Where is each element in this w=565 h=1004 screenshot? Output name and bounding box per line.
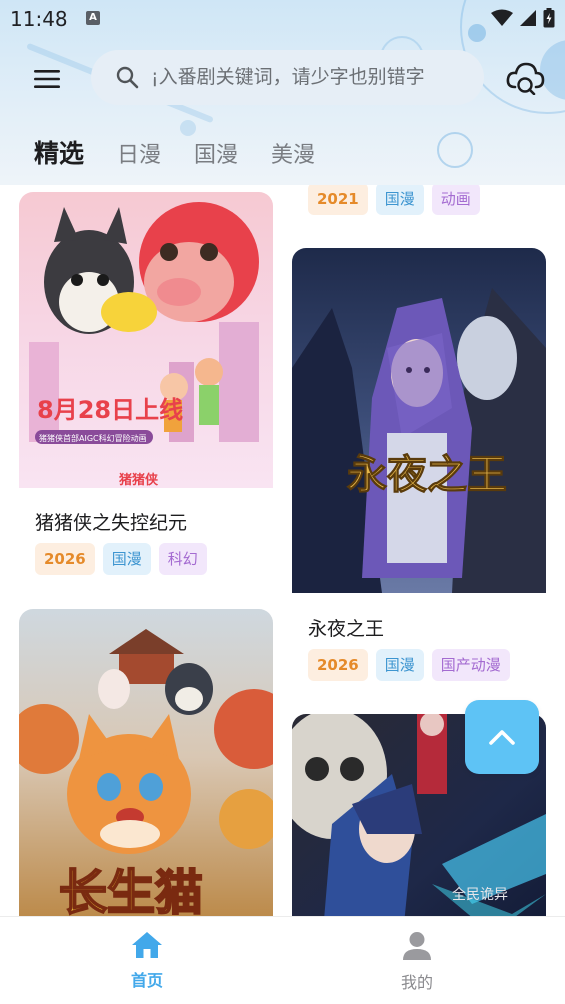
poster-image: 8月28日上线 猪猪侠首部AIGC科幻冒险动画 猪猪侠	[19, 192, 273, 488]
nav-home[interactable]: 首页	[107, 931, 187, 991]
nav-profile-label: 我的	[400, 973, 433, 992]
cloud-sync-icon	[506, 62, 545, 96]
card-tags: 2026 国漫 科幻	[35, 543, 207, 575]
nav-home-label: 首页	[130, 971, 163, 990]
user-icon	[403, 932, 431, 960]
poster-image: 永夜之王	[292, 248, 546, 593]
anime-card[interactable]: 长生猫	[19, 609, 273, 939]
year-tag[interactable]: 2026	[308, 649, 368, 681]
poster-title-text: 永夜之王	[347, 451, 507, 498]
genre-tag[interactable]: 国产动漫	[431, 649, 510, 681]
search-bar[interactable]	[91, 50, 484, 105]
anime-card[interactable]: 永夜之王 永夜之王 2026 国漫 国产动漫	[292, 248, 546, 682]
tab-japanese-anime[interactable]: 日漫	[117, 137, 161, 169]
card-tags: 2026 国漫 国产动漫	[308, 649, 510, 681]
bottom-navigation: 首页 我的	[0, 916, 565, 1004]
year-tag[interactable]: 2026	[35, 543, 95, 575]
card-tags: 2021 国漫 动画	[308, 183, 480, 215]
cloud-sync-button[interactable]	[505, 59, 545, 96]
tab-featured[interactable]: 精选	[34, 134, 84, 170]
card-title: 永夜之王	[308, 618, 385, 640]
chevron-up-icon	[489, 730, 515, 745]
poster-image: 长生猫	[19, 609, 273, 939]
header-decoration	[437, 132, 473, 168]
status-bar: 11:48 A	[0, 0, 565, 36]
tab-american-anime[interactable]: 美漫	[271, 137, 315, 169]
poster-title-text: 全民诡异	[452, 886, 508, 903]
app-screen: 2021 国漫 动画 8月28日上线 猪猪侠首部AIGC科幻冒险动画 猪猪侠 猪…	[0, 0, 565, 1004]
year-tag[interactable]: 2021	[308, 183, 368, 215]
region-tag[interactable]: 国漫	[102, 543, 151, 575]
menu-button[interactable]	[30, 64, 64, 94]
region-tag[interactable]: 国漫	[375, 649, 424, 681]
notification-badge: A	[86, 11, 100, 25]
search-input[interactable]	[151, 63, 471, 91]
anime-card[interactable]: 8月28日上线 猪猪侠首部AIGC科幻冒险动画 猪猪侠 猪猪侠之失控纪元 202…	[19, 192, 273, 590]
card-title: 猪猪侠之失控纪元	[35, 512, 188, 534]
tab-chinese-anime[interactable]: 国漫	[194, 137, 238, 169]
menu-icon	[34, 70, 60, 88]
wifi-icon	[491, 9, 513, 26]
scroll-to-top-button[interactable]	[465, 700, 539, 774]
nav-profile[interactable]: 我的	[377, 931, 457, 993]
genre-tag[interactable]: 科幻	[158, 543, 207, 575]
genre-tag[interactable]: 动画	[431, 183, 480, 215]
category-tabs: 精选 日漫 国漫 美漫	[34, 134, 315, 170]
home-icon	[132, 932, 162, 958]
battery-icon	[543, 8, 555, 28]
system-icons	[491, 8, 555, 28]
poster-title-text: 长生猫	[59, 865, 203, 921]
poster-tagline-text: 猪猪侠首部AIGC科幻冒险动画	[39, 433, 147, 443]
header: 11:48 A 精选 日漫 国漫 美漫	[0, 0, 565, 185]
region-tag[interactable]: 国漫	[375, 183, 424, 215]
status-time: 11:48	[10, 7, 68, 31]
signal-icon	[520, 10, 536, 26]
poster-release-text: 8月28日上线	[37, 396, 183, 424]
search-icon	[116, 66, 139, 89]
poster-logo-text: 猪猪侠	[118, 472, 159, 488]
